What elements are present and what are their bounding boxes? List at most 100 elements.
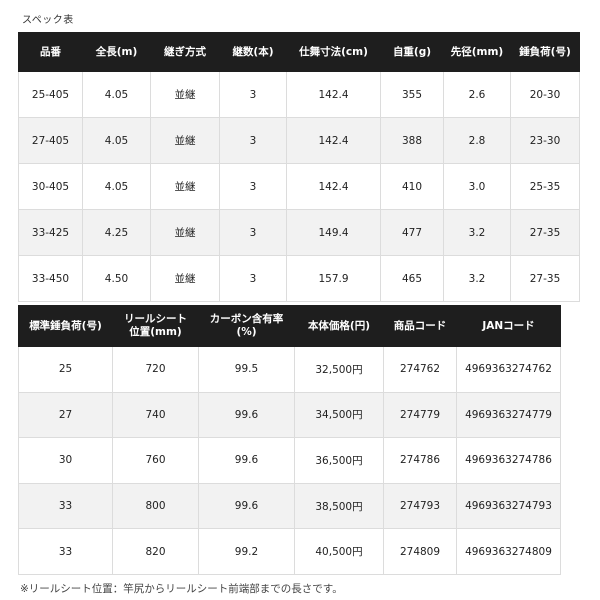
header-tip-diameter: 先径(mm) <box>443 32 511 72</box>
cell-weight: 388 <box>380 117 444 164</box>
cell-total-length: 4.05 <box>82 71 151 118</box>
cell-sections: 3 <box>219 117 287 164</box>
cell-weight: 410 <box>380 163 444 210</box>
cell-joint-type: 並継 <box>150 117 220 164</box>
cell-closed-length: 142.4 <box>286 163 381 210</box>
cell-jan-code: 4969363274809 <box>456 528 561 575</box>
table-row: 25-405 4.05 並継 3 142.4 355 2.6 20-30 <box>18 71 580 118</box>
table-row: 30-405 4.05 並継 3 142.4 410 3.0 25-35 <box>18 163 580 210</box>
cell-reel-seat-position: 720 <box>112 346 199 393</box>
cell-price: 32,500円 <box>294 346 384 393</box>
cell-jan-code: 4969363274762 <box>456 346 561 393</box>
cell-sinker-load: 27-35 <box>510 255 580 302</box>
cell-closed-length: 149.4 <box>286 209 381 256</box>
cell-joint-type: 並継 <box>150 71 220 118</box>
table-row: 27-405 4.05 並継 3 142.4 388 2.8 23-30 <box>18 117 580 164</box>
cell-reel-seat-position: 820 <box>112 528 199 575</box>
cell-total-length: 4.50 <box>82 255 151 302</box>
table-row: 33-425 4.25 並継 3 149.4 477 3.2 27-35 <box>18 209 580 256</box>
cell-standard-sinker-load: 25 <box>18 346 113 393</box>
cell-sections: 3 <box>219 71 287 118</box>
cell-sinker-load: 23-30 <box>510 117 580 164</box>
cell-reel-seat-position: 760 <box>112 437 199 484</box>
cell-part-number: 25-405 <box>18 71 83 118</box>
header-sections: 継数(本) <box>219 32 287 72</box>
cell-carbon-content: 99.6 <box>198 482 295 530</box>
header-carbon-content: カーボン含有率 (%) <box>198 305 295 347</box>
header-sinker-load: 錘負荷(号) <box>510 32 580 72</box>
header-jan-code: JANコード <box>456 305 561 347</box>
header-reel-seat-position: リールシート 位置(mm) <box>112 305 199 347</box>
cell-closed-length: 157.9 <box>286 255 381 302</box>
cell-part-number: 33-425 <box>18 209 83 256</box>
cell-part-number: 33-450 <box>18 255 83 302</box>
table-row: 33 820 99.2 40,500円 274809 4969363274809 <box>18 528 561 575</box>
cell-sinker-load: 27-35 <box>510 209 580 256</box>
cell-tip-diameter: 2.6 <box>443 71 511 118</box>
header-standard-sinker-load: 標準錘負荷(号) <box>18 305 113 347</box>
table-row: 27 740 99.6 34,500円 274779 4969363274779 <box>18 391 561 439</box>
cell-product-code: 274762 <box>383 346 457 393</box>
table-row: 33 800 99.6 38,500円 274793 4969363274793 <box>18 482 561 530</box>
spec-table-header-row: 品番 全長(m) 継ぎ方式 継数(本) 仕舞寸法(cm) 自重(g) 先径(mm… <box>18 32 580 72</box>
cell-weight: 355 <box>380 71 444 118</box>
cell-product-code: 274809 <box>383 528 457 575</box>
cell-weight: 477 <box>380 209 444 256</box>
cell-weight: 465 <box>380 255 444 302</box>
cell-joint-type: 並継 <box>150 255 220 302</box>
cell-jan-code: 4969363274779 <box>456 391 561 439</box>
cell-sinker-load: 20-30 <box>510 71 580 118</box>
cell-standard-sinker-load: 33 <box>18 482 113 530</box>
cell-closed-length: 142.4 <box>286 117 381 164</box>
cell-carbon-content: 99.6 <box>198 391 295 439</box>
cell-tip-diameter: 3.2 <box>443 255 511 302</box>
cell-standard-sinker-load: 27 <box>18 391 113 439</box>
cell-joint-type: 並継 <box>150 209 220 256</box>
price-table: 標準錘負荷(号) リールシート 位置(mm) カーボン含有率 (%) 本体価格(円)… <box>18 305 561 575</box>
cell-product-code: 274779 <box>383 391 457 439</box>
cell-joint-type: 並継 <box>150 163 220 210</box>
table-row: 25 720 99.5 32,500円 274762 4969363274762 <box>18 346 561 393</box>
cell-part-number: 30-405 <box>18 163 83 210</box>
table-row: 30 760 99.6 36,500円 274786 4969363274786 <box>18 437 561 484</box>
price-table-header-row: 標準錘負荷(号) リールシート 位置(mm) カーボン含有率 (%) 本体価格(円)… <box>18 305 561 347</box>
cell-carbon-content: 99.2 <box>198 528 295 575</box>
cell-sections: 3 <box>219 255 287 302</box>
cell-carbon-content: 99.6 <box>198 437 295 484</box>
footnote: ※リールシート位置：竿尻からリールシート前端部までの長さです。 <box>20 583 343 595</box>
header-weight: 自重(g) <box>380 32 444 72</box>
cell-part-number: 27-405 <box>18 117 83 164</box>
cell-tip-diameter: 2.8 <box>443 117 511 164</box>
cell-sections: 3 <box>219 209 287 256</box>
cell-price: 38,500円 <box>294 482 384 530</box>
cell-total-length: 4.25 <box>82 209 151 256</box>
cell-closed-length: 142.4 <box>286 71 381 118</box>
cell-reel-seat-position: 740 <box>112 391 199 439</box>
cell-tip-diameter: 3.2 <box>443 209 511 256</box>
header-joint-type: 継ぎ方式 <box>150 32 220 72</box>
header-total-length: 全長(m) <box>82 32 151 72</box>
cell-price: 36,500円 <box>294 437 384 484</box>
cell-price: 40,500円 <box>294 528 384 575</box>
cell-sinker-load: 25-35 <box>510 163 580 210</box>
cell-total-length: 4.05 <box>82 117 151 164</box>
cell-product-code: 274786 <box>383 437 457 484</box>
header-product-code: 商品コード <box>383 305 457 347</box>
table-row: 33-450 4.50 並継 3 157.9 465 3.2 27-35 <box>18 255 580 302</box>
cell-product-code: 274793 <box>383 482 457 530</box>
spec-table-title: スペック表 <box>22 15 74 26</box>
cell-reel-seat-position: 800 <box>112 482 199 530</box>
cell-standard-sinker-load: 30 <box>18 437 113 484</box>
header-carbon-content-text: カーボン含有率 (%) <box>209 313 284 338</box>
cell-tip-diameter: 3.0 <box>443 163 511 210</box>
spec-table: 品番 全長(m) 継ぎ方式 継数(本) 仕舞寸法(cm) 自重(g) 先径(mm… <box>18 32 580 302</box>
cell-standard-sinker-load: 33 <box>18 528 113 575</box>
header-price: 本体価格(円) <box>294 305 384 347</box>
cell-price: 34,500円 <box>294 391 384 439</box>
header-closed-length: 仕舞寸法(cm) <box>286 32 381 72</box>
cell-jan-code: 4969363274793 <box>456 482 561 530</box>
cell-sections: 3 <box>219 163 287 210</box>
cell-jan-code: 4969363274786 <box>456 437 561 484</box>
header-part-number: 品番 <box>18 32 83 72</box>
cell-total-length: 4.05 <box>82 163 151 210</box>
